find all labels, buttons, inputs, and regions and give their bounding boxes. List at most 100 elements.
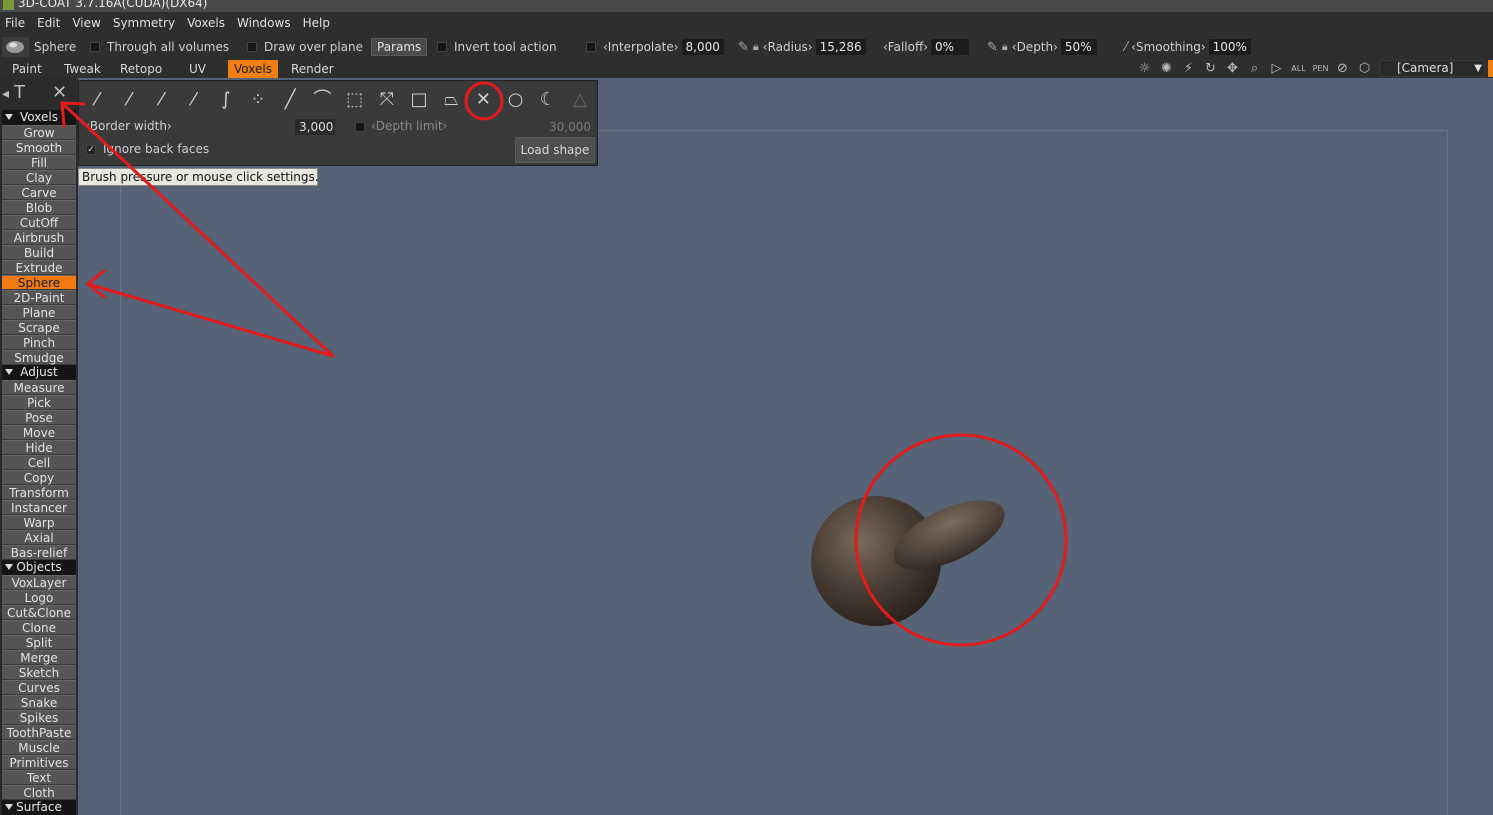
scale-arrows-icon[interactable]: ⤧ xyxy=(373,87,401,113)
depth-lock-icon[interactable]: 🔒︎ xyxy=(1002,40,1008,54)
lasso-icon[interactable]: ⏢ xyxy=(437,87,465,113)
play-icon[interactable]: ▷ xyxy=(1268,61,1285,77)
tool-extrude[interactable]: Extrude xyxy=(2,260,76,275)
curve-lasso-icon[interactable]: ☾ xyxy=(534,87,562,113)
tool-hide[interactable]: Hide xyxy=(2,440,76,455)
pan-icon[interactable]: ✥ xyxy=(1224,61,1241,77)
tool-carve[interactable]: Carve xyxy=(2,185,76,200)
dots-icon[interactable]: ⁘ xyxy=(244,87,272,113)
border-width-value[interactable]: 3,000 xyxy=(295,119,335,135)
triangle-icon[interactable]: △ xyxy=(566,87,594,113)
tool-plane[interactable]: Plane xyxy=(2,305,76,320)
tab-render[interactable]: Render xyxy=(285,60,340,78)
tool-cut-clone[interactable]: Cut&Clone xyxy=(2,605,76,620)
depth-limit-checkbox[interactable] xyxy=(355,122,365,132)
sun-icon[interactable]: ☼ xyxy=(1136,61,1153,77)
params-button[interactable]: Params xyxy=(371,38,428,56)
interpolate-control[interactable]: ‹Interpolate› 8,000 xyxy=(586,34,724,60)
tool-copy[interactable]: Copy xyxy=(2,470,76,485)
menu-voxels[interactable]: Voxels xyxy=(182,16,232,30)
rotate-icon[interactable]: ↻ xyxy=(1202,61,1219,77)
draw-over-plane-checkbox[interactable] xyxy=(247,42,257,52)
through-all-volumes-checkbox[interactable] xyxy=(90,42,100,52)
tab-paint[interactable]: Paint xyxy=(6,60,48,78)
camera-select[interactable]: [Camera] ▼ xyxy=(1379,60,1485,77)
tool-bas-relief[interactable]: Bas-relief xyxy=(2,545,76,560)
interpolate-value[interactable]: 8,000 xyxy=(681,39,724,55)
frame-pen-icon[interactable]: PEN xyxy=(1312,61,1329,77)
tool-pick[interactable]: Pick xyxy=(2,395,76,410)
depth-value[interactable]: 50% xyxy=(1060,39,1097,55)
tool-blob[interactable]: Blob xyxy=(2,200,76,215)
through-all-volumes-toggle[interactable]: Through all volumes xyxy=(90,34,229,60)
tab-tweak[interactable]: Tweak xyxy=(58,60,107,78)
tool-clone[interactable]: Clone xyxy=(2,620,76,635)
section-surface[interactable]: Surface xyxy=(2,800,76,815)
light-icon[interactable]: ✺ xyxy=(1158,61,1175,77)
tool-pose[interactable]: Pose xyxy=(2,410,76,425)
polyline-icon[interactable]: ⌒ xyxy=(308,87,336,113)
radius-control[interactable]: ✎ 🔒︎ ‹Radius› 15,286 xyxy=(738,34,866,60)
menu-help[interactable]: Help xyxy=(298,16,337,30)
no-icon[interactable]: ⊘ xyxy=(1334,61,1351,77)
interpolate-checkbox[interactable] xyxy=(586,42,596,52)
tool-axial[interactable]: Axial xyxy=(2,530,76,545)
star-shape-icon[interactable]: ✕ xyxy=(52,82,67,103)
draw-over-plane-toggle[interactable]: Draw over plane xyxy=(247,34,363,60)
depth-control[interactable]: ✎ 🔒︎ ‹Depth› 50% xyxy=(987,34,1097,60)
tool-instancer[interactable]: Instancer xyxy=(2,500,76,515)
tool-spikes[interactable]: Spikes xyxy=(2,710,76,725)
tool-scrape[interactable]: Scrape xyxy=(2,320,76,335)
smoothing-value[interactable]: 100% xyxy=(1208,39,1251,55)
tool-airbrush[interactable]: Airbrush xyxy=(2,230,76,245)
ignore-back-faces-checkbox[interactable]: ✓ xyxy=(86,145,96,155)
tool-grow[interactable]: Grow xyxy=(2,125,76,140)
zoom-icon[interactable]: ⌕ xyxy=(1246,61,1263,77)
text-tool-icon[interactable]: T xyxy=(14,82,25,103)
menu-symmetry[interactable]: Symmetry xyxy=(108,16,182,30)
tool-sketch[interactable]: Sketch xyxy=(2,665,76,680)
collapse-triangle-icon[interactable] xyxy=(5,564,13,570)
menu-windows[interactable]: Windows xyxy=(232,16,298,30)
tool-fill[interactable]: Fill xyxy=(2,155,76,170)
falloff-control[interactable]: ‹Falloff› 0% xyxy=(883,34,970,60)
circle-icon[interactable]: ○ xyxy=(502,87,530,113)
tool-build[interactable]: Build xyxy=(2,245,76,260)
tab-retopo[interactable]: Retopo xyxy=(114,60,168,78)
brush-icon[interactable]: ⁄ xyxy=(147,87,175,113)
rectangle-icon[interactable]: □ xyxy=(405,87,433,113)
tool-muscle[interactable]: Muscle xyxy=(2,740,76,755)
radius-value[interactable]: 15,286 xyxy=(815,39,866,55)
tab-voxels[interactable]: Voxels xyxy=(228,60,278,78)
menu-edit[interactable]: Edit xyxy=(32,16,67,30)
current-tool[interactable]: Sphere xyxy=(2,34,76,60)
tool-cloth[interactable]: Cloth xyxy=(2,785,76,800)
tool-cutoff[interactable]: CutOff xyxy=(2,215,76,230)
tool-pinch[interactable]: Pinch xyxy=(2,335,76,350)
tool-voxlayer[interactable]: VoxLayer xyxy=(2,575,76,590)
tab-uv[interactable]: UV xyxy=(183,60,212,78)
menu-file[interactable]: File xyxy=(0,16,32,30)
frame-all-icon[interactable]: ALL xyxy=(1290,61,1307,77)
tool-toothpaste[interactable]: ToothPaste xyxy=(2,725,76,740)
collapse-left-icon[interactable]: ◂ xyxy=(2,86,9,102)
depth-pressure-icon[interactable]: ✎ xyxy=(987,40,998,55)
tool-merge[interactable]: Merge xyxy=(2,650,76,665)
tool-sphere[interactable]: Sphere xyxy=(2,275,76,290)
tool-move[interactable]: Move xyxy=(2,425,76,440)
pen-pressure-icon[interactable]: ✎ xyxy=(738,40,749,55)
cube-icon[interactable]: ⬡ xyxy=(1356,61,1373,77)
tool-text[interactable]: Text xyxy=(2,770,76,785)
pen-icon[interactable]: ⁄ xyxy=(115,87,143,113)
tool-smooth[interactable]: Smooth xyxy=(2,140,76,155)
tool-clay[interactable]: Clay xyxy=(2,170,76,185)
tool-measure[interactable]: Measure xyxy=(2,380,76,395)
falloff-value[interactable]: 0% xyxy=(931,39,970,55)
tool-snake[interactable]: Snake xyxy=(2,695,76,710)
tool-smudge[interactable]: Smudge xyxy=(2,350,76,365)
curve-brush-icon[interactable]: ∫ xyxy=(212,87,240,113)
collapse-triangle-icon[interactable] xyxy=(5,369,13,375)
invert-tool-action-toggle[interactable]: Invert tool action xyxy=(437,34,557,60)
section-voxels[interactable]: Voxels xyxy=(2,110,76,125)
lock-icon[interactable]: 🔒︎ xyxy=(753,40,759,54)
